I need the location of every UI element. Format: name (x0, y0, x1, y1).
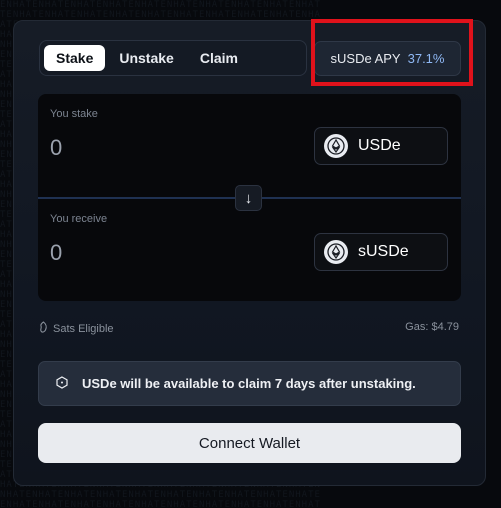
apy-value: 37.1% (407, 51, 445, 66)
stake-amount-input[interactable]: 0 (50, 135, 62, 161)
notice-text: USDe will be available to claim 7 days a… (82, 376, 416, 391)
ethena-logo-icon (324, 134, 348, 158)
tab-claim[interactable]: Claim (188, 45, 250, 71)
apy-display: sUSDe APY 37.1% (314, 41, 461, 76)
info-hexagon-icon (56, 375, 68, 392)
ethena-logo-icon (324, 240, 348, 264)
receive-token-selector[interactable]: sUSDe (314, 233, 448, 271)
stake-label: You stake (50, 108, 98, 120)
stake-token-selector[interactable]: USDe (314, 127, 448, 165)
receive-amount: 0 (50, 240, 63, 265)
unstake-notice: USDe will be available to claim 7 days a… (38, 361, 461, 406)
apy-label: sUSDe APY (330, 51, 401, 66)
receive-label: You receive (50, 213, 108, 225)
tab-bar: Stake Unstake Claim (39, 40, 307, 76)
connect-wallet-button[interactable]: Connect Wallet (38, 423, 461, 463)
sats-label: Sats Eligible (53, 323, 114, 335)
gas-fee: Gas: $4.79 (405, 321, 459, 333)
receive-token-label: sUSDe (358, 243, 409, 260)
stake-card: Stake Unstake Claim sUSDe APY 37.1% You … (13, 19, 486, 486)
swap-direction-button[interactable]: ↓ (235, 185, 262, 211)
tab-stake[interactable]: Stake (44, 45, 106, 71)
sats-icon (38, 321, 49, 337)
gas-label: Gas: $4.79 (405, 321, 459, 333)
stake-token-label: USDe (358, 137, 401, 154)
swap-panel: You stake 0 USDe ↓ You receive 0 sUSDe (38, 94, 461, 301)
tab-unstake[interactable]: Unstake (107, 45, 185, 71)
sats-eligible: Sats Eligible (38, 321, 114, 337)
